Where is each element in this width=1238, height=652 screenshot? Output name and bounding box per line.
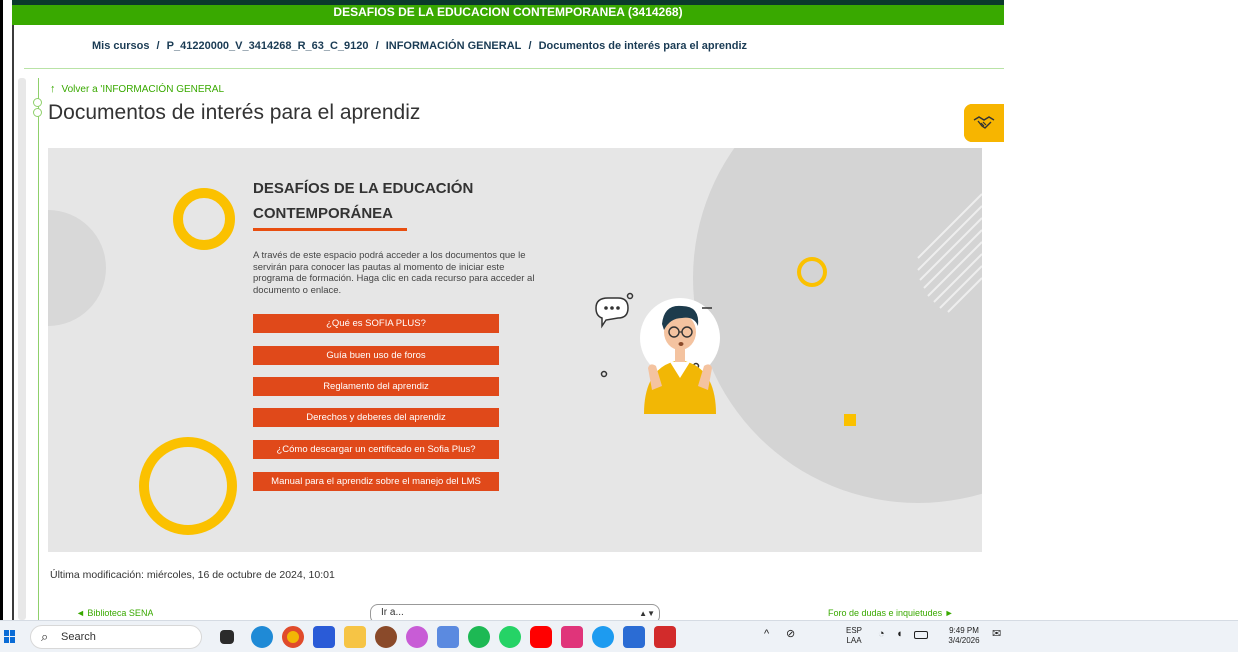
banner-heading: DESAFÍOS DE LA EDUCACIÓN CONTEMPORÁNEA — [253, 176, 513, 226]
prev-activity-link[interactable]: ◄ Biblioteca SENA — [76, 608, 153, 620]
clock-time: 9:49 PM — [949, 626, 979, 635]
regulation-button[interactable]: Reglamento del aprendiz — [253, 377, 499, 396]
certificate-download-button[interactable]: ¿Cómo descargar un certificado en Sofia … — [253, 440, 499, 459]
store-icon[interactable] — [623, 626, 645, 648]
chevron-up-icon[interactable]: ^ — [764, 629, 769, 640]
next-activity-link[interactable]: Foro de dudas e inquietudes ► — [828, 608, 954, 620]
banner-description: A través de este espacio podrá acceder a… — [253, 250, 535, 296]
clock-date: 3/4/2026 — [948, 636, 980, 645]
whatsapp-icon[interactable] — [499, 626, 521, 648]
back-link-label: Volver a 'INFORMACIÓN GENERAL — [61, 84, 225, 95]
breadcrumb-separator: / — [528, 40, 532, 52]
taskbar-search-label: Search — [61, 631, 96, 643]
task-view-icon[interactable] — [220, 630, 234, 644]
start-icon[interactable] — [4, 630, 16, 644]
heading-underline — [253, 228, 407, 231]
timeline-line — [38, 78, 39, 620]
breadcrumb-item-current: Documentos de interés para el aprendiz — [538, 40, 748, 52]
back-link[interactable]: ↑ Volver a 'INFORMACIÓN GENERAL — [50, 83, 224, 95]
location-icon[interactable]: ⊘ — [786, 629, 795, 640]
course-index-scrollbar[interactable] — [18, 78, 26, 620]
forum-guide-button[interactable]: Guía buen uso de foros — [253, 346, 499, 365]
right-margin — [1004, 0, 1238, 620]
taskbar-search[interactable]: ⌕ Search — [30, 625, 202, 649]
chrome-icon[interactable] — [282, 626, 304, 648]
handshake-icon — [973, 116, 995, 129]
arrow-up-icon: ↑ — [50, 83, 56, 95]
acrobat-icon[interactable] — [654, 626, 676, 648]
breadcrumb-item-section[interactable]: INFORMACIÓN GENERAL — [386, 40, 522, 52]
copilot-icon[interactable] — [313, 626, 335, 648]
profile-app-icon[interactable] — [592, 626, 614, 648]
content-banner: DESAFÍOS DE LA EDUCACIÓN CONTEMPORÁNEA A… — [48, 148, 982, 552]
screen: DESAFIOS DE LA EDUCACION CONTEMPORANEA (… — [0, 0, 1238, 652]
notification-icon[interactable]: ✉ — [992, 629, 1001, 640]
content-left-edge — [12, 25, 14, 620]
taskbar: ⌕ Search ^ ⊘ ESP LAA ◔ ◖ 9:49 PM 3/4/202… — [0, 620, 1238, 652]
clock[interactable]: 9:49 PM 3/4/2026 — [942, 626, 986, 646]
keyboard-layout: LAA — [846, 636, 862, 645]
rights-duties-button[interactable]: Derechos y deberes del aprendiz — [253, 408, 499, 427]
student-illustration — [595, 292, 720, 414]
divider — [24, 68, 1004, 69]
course-header-title: DESAFIOS DE LA EDUCACION CONTEMPORANEA (… — [333, 5, 683, 19]
language-indicator[interactable]: ESP LAA — [842, 626, 866, 646]
page-title: Documentos de interés para el aprendiz — [48, 101, 421, 124]
language-code: ESP — [845, 626, 862, 635]
app-icon[interactable] — [561, 626, 583, 648]
breadcrumb-separator: / — [156, 40, 160, 52]
help-button-overlay[interactable] — [964, 104, 1004, 142]
sofia-plus-button[interactable]: ¿Qué es SOFIA PLUS? — [253, 314, 499, 333]
timeline-dot — [33, 108, 42, 117]
banner-decorations — [48, 148, 982, 535]
banner-heading-line-1: DESAFÍOS DE LA EDUCACIÓN — [253, 180, 474, 197]
copilot-app-icon[interactable] — [406, 626, 428, 648]
edge-icon[interactable] — [251, 626, 273, 648]
teams-icon[interactable] — [437, 626, 459, 648]
window-edge — [0, 0, 3, 620]
search-icon: ⌕ — [41, 629, 49, 644]
spotify-icon[interactable] — [468, 626, 490, 648]
wifi-icon[interactable]: ◔ — [878, 629, 885, 640]
youtube-icon[interactable] — [530, 626, 552, 648]
breadcrumb: Mis cursos / P_41220000_V_3414268_R_63_C… — [90, 40, 749, 52]
lms-manual-button[interactable]: Manual para el aprendiz sobre el manejo … — [253, 472, 499, 491]
battery-icon[interactable] — [914, 631, 928, 639]
last-modified: Última modificación: miércoles, 16 de oc… — [50, 569, 335, 581]
file-explorer-icon[interactable] — [344, 626, 366, 648]
breadcrumb-item-course[interactable]: P_41220000_V_3414268_R_63_C_9120 — [167, 40, 369, 52]
jump-to-placeholder: Ir a... — [381, 607, 404, 618]
game-icon[interactable] — [375, 626, 397, 648]
volume-icon[interactable]: ◖ — [896, 629, 903, 640]
breadcrumb-separator: / — [375, 40, 379, 52]
timeline-dot — [33, 98, 42, 107]
banner-heading-line-2: CONTEMPORÁNEA — [253, 205, 394, 222]
breadcrumb-item-mis-cursos[interactable]: Mis cursos — [92, 40, 149, 52]
